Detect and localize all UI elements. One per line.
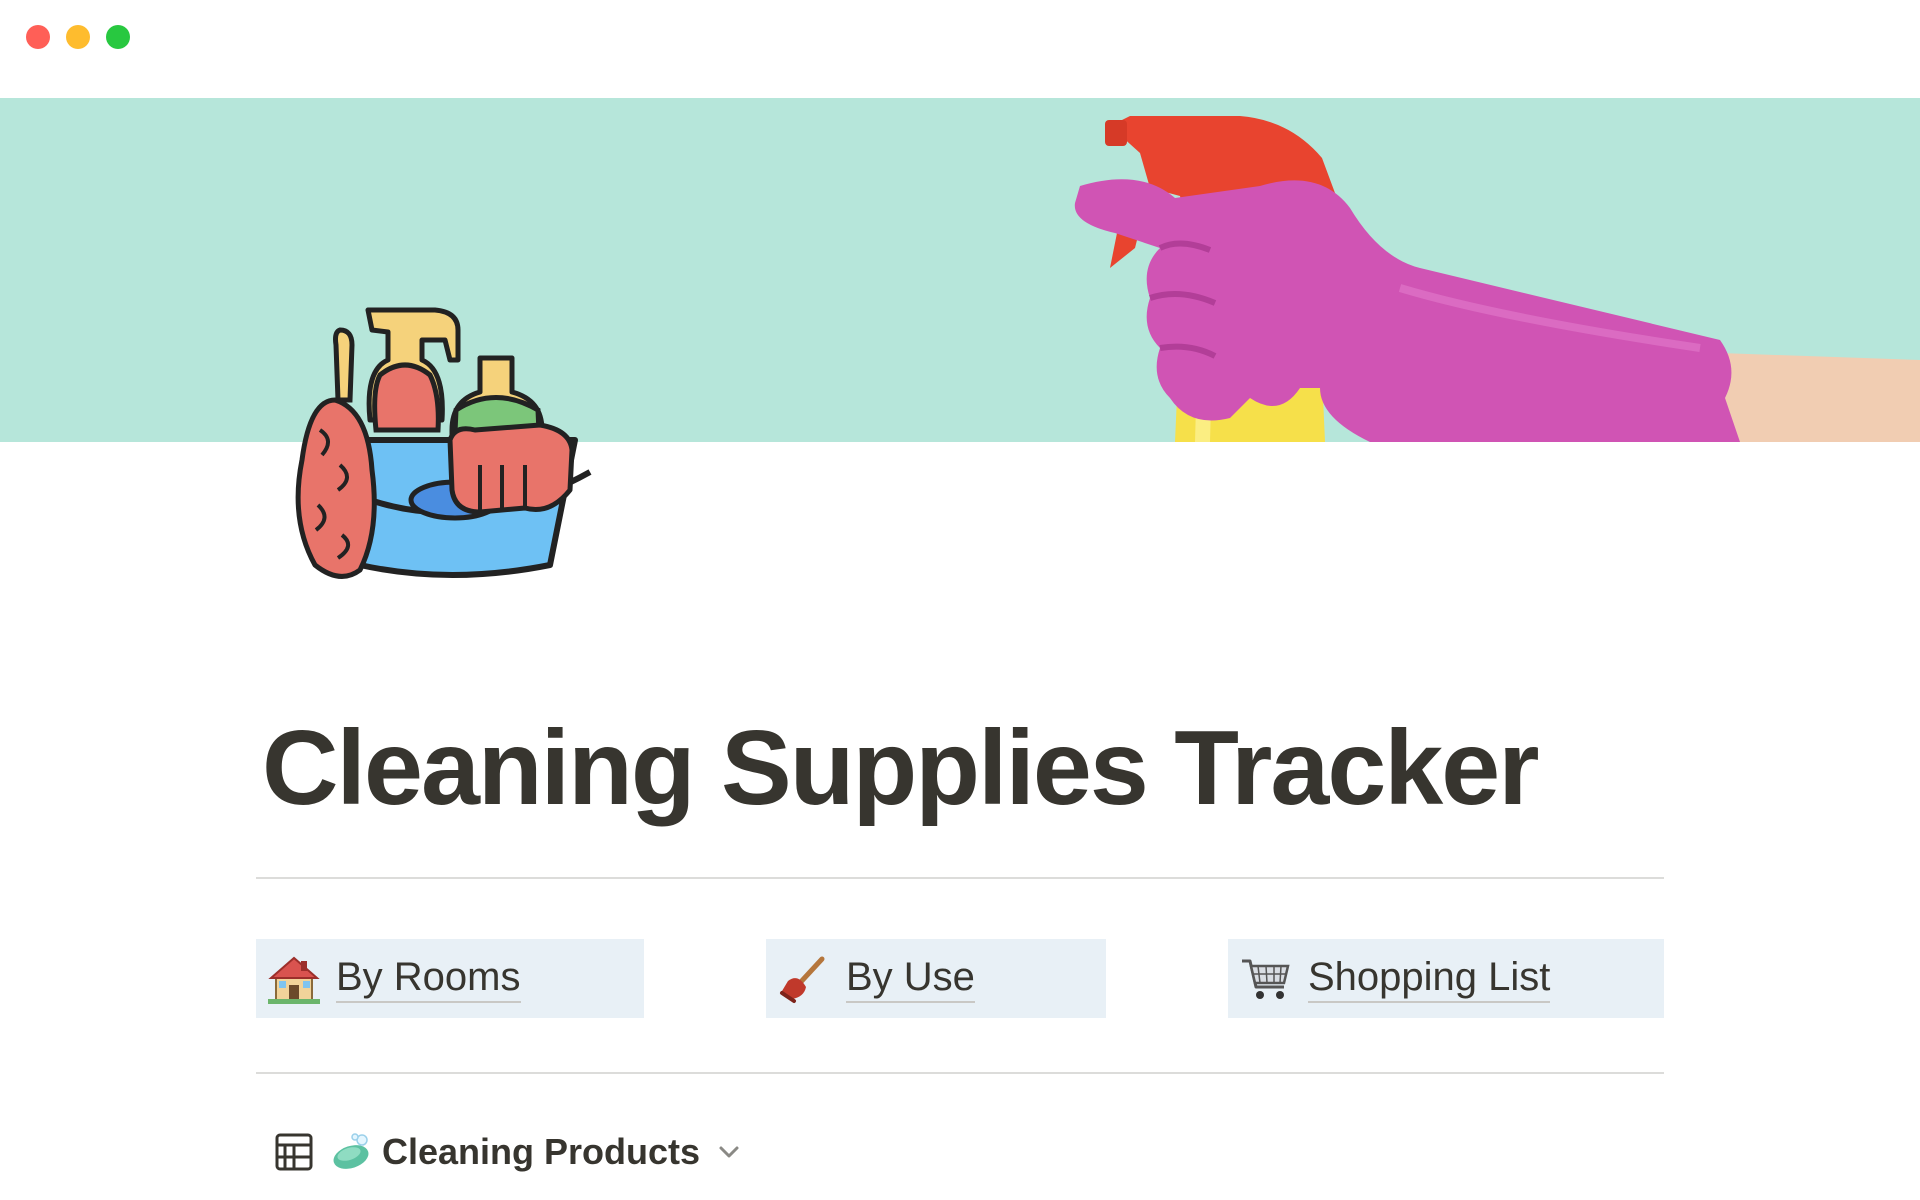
cleaning-bucket-icon[interactable] (280, 250, 620, 590)
link-label: By Rooms (336, 954, 521, 1003)
divider (256, 1072, 1664, 1074)
link-label: Shopping List (1308, 954, 1551, 1003)
shopping-cart-icon (1242, 959, 1290, 999)
chevron-down-icon[interactable] (716, 1139, 742, 1165)
link-by-rooms[interactable]: By Rooms (256, 939, 644, 1018)
database-header[interactable]: Cleaning Products (274, 1124, 742, 1180)
page-title[interactable]: Cleaning Supplies Tracker (262, 710, 1539, 827)
table-view-icon[interactable] (274, 1132, 314, 1172)
window-close-button[interactable] (26, 25, 50, 49)
notion-window: Cleaning Supplies Tracker By Rooms By Us… (0, 0, 1920, 1200)
title-bar (0, 0, 1920, 98)
plunger-icon (780, 956, 825, 1003)
window-maximize-button[interactable] (106, 25, 130, 49)
soap-icon (333, 1133, 369, 1169)
window-minimize-button[interactable] (66, 25, 90, 49)
database-title[interactable]: Cleaning Products (382, 1131, 700, 1173)
house-icon (268, 956, 320, 1004)
link-shopping-list[interactable]: Shopping List (1228, 939, 1664, 1018)
link-by-use[interactable]: By Use (766, 939, 1106, 1018)
link-label: By Use (846, 954, 975, 1003)
divider (256, 877, 1664, 879)
